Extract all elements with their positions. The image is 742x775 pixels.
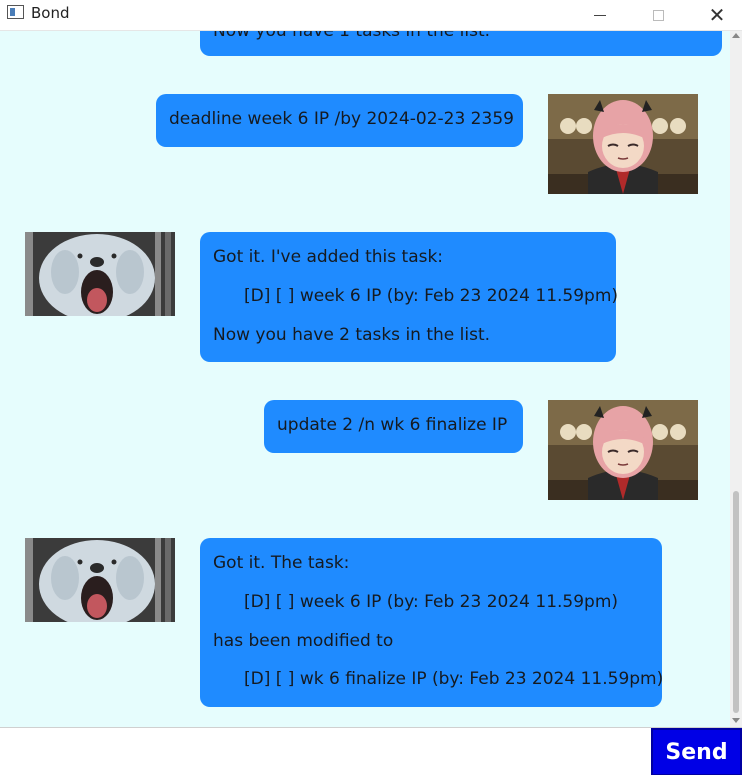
bot-message-bubble: Now you have 1 tasks in the list.	[200, 31, 722, 56]
bot-message-bubble: Got it. The task: [D] [ ] week 6 IP (by:…	[200, 538, 664, 707]
message-line: update 2 /n wk 6 finalize IP	[277, 415, 508, 435]
message-line: Now you have 1 tasks in the list.	[213, 31, 491, 41]
app-icon	[7, 5, 24, 19]
input-row: Send	[0, 727, 742, 775]
window-title: Bond	[31, 4, 70, 22]
message-line: has been modified to	[213, 631, 394, 651]
girl-avatar	[548, 94, 698, 194]
scroll-up-icon[interactable]	[732, 33, 740, 38]
scrollbar-thumb[interactable]	[733, 491, 739, 713]
minimize-button[interactable]	[577, 0, 623, 30]
user-message-bubble: update 2 /n wk 6 finalize IP	[264, 400, 523, 453]
maximize-button[interactable]	[635, 0, 681, 30]
close-button[interactable]: ✕	[694, 0, 740, 30]
message-line: [D] [ ] wk 6 finalize IP (by: Feb 23 202…	[244, 669, 664, 689]
title-bar: Bond ✕	[0, 0, 742, 31]
message-line: [D] [ ] week 6 IP (by: Feb 23 2024 11.59…	[244, 286, 619, 306]
chat-scrollbar[interactable]	[730, 31, 742, 727]
scroll-down-icon[interactable]	[732, 718, 740, 723]
message-line: [D] [ ] week 6 IP (by: Feb 23 2024 11.59…	[244, 592, 619, 612]
maximize-icon	[652, 9, 664, 21]
message-line: deadline week 6 IP /by 2024-02-23 2359	[169, 109, 514, 129]
message-line: Got it. I've added this task:	[213, 247, 444, 267]
close-icon: ✕	[708, 3, 726, 27]
minimize-icon	[594, 14, 606, 16]
send-button[interactable]: Send	[651, 728, 742, 775]
girl-avatar	[548, 400, 698, 500]
message-line: Got it. The task:	[213, 553, 350, 573]
bot-message-bubble: Got it. I've added this task: [D] [ ] we…	[200, 232, 619, 362]
dog-avatar	[25, 232, 175, 316]
user-message-bubble: deadline week 6 IP /by 2024-02-23 2359	[156, 94, 523, 147]
dog-avatar	[25, 538, 175, 622]
message-input[interactable]	[0, 728, 651, 775]
dialog-container[interactable]: Now you have 1 tasks in the list. deadli…	[0, 31, 730, 727]
message-line: Now you have 2 tasks in the list.	[213, 325, 491, 345]
